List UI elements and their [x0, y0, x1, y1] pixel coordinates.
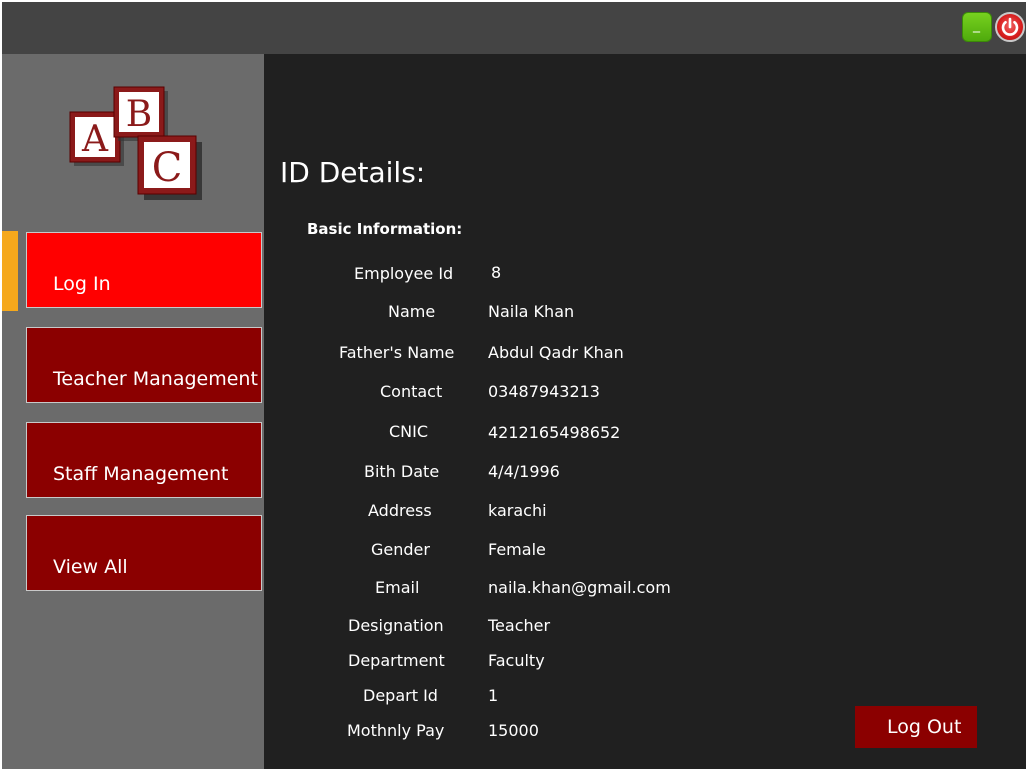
name-label: Name	[388, 302, 436, 321]
logo-letter-c: C	[152, 145, 183, 191]
logo-letter-b: B	[126, 94, 152, 135]
department-label: Department	[348, 651, 445, 670]
log-out-button[interactable]: Log Out	[855, 706, 977, 748]
address-label: Address	[368, 501, 432, 520]
birth-date-label: Bith Date	[364, 462, 440, 481]
active-indicator	[2, 231, 18, 311]
sidebar: A B C Log In Teacher Management Staff Ma…	[2, 54, 264, 769]
contact-label: Contact	[380, 382, 443, 401]
email-label: Email	[375, 578, 420, 597]
sidebar-item-teacher-management[interactable]: Teacher Management	[26, 327, 262, 403]
contact-value: 03487943213	[488, 382, 600, 401]
main-panel: ID Details: Basic Information: Employee …	[264, 54, 1026, 769]
sidebar-item-staff-management[interactable]: Staff Management	[26, 422, 262, 498]
sidebar-item-view-all[interactable]: View All	[26, 515, 262, 591]
minimize-icon: _	[973, 17, 980, 33]
abc-blocks-logo: A B C	[69, 86, 202, 200]
sidebar-item-log-in[interactable]: Log In	[26, 232, 262, 308]
name-value: Naila Khan	[488, 302, 575, 321]
designation-label: Designation	[348, 616, 444, 635]
employee-id-label: Employee Id	[354, 264, 454, 283]
logo-block-b: B	[113, 86, 168, 141]
birth-date-value: 4/4/1996	[488, 462, 560, 481]
employee-id-value: 8	[491, 263, 502, 282]
fathers-name-value: Abdul Qadr Khan	[488, 343, 624, 362]
app-window: _ A B C Log In Teacher Management Staff …	[2, 2, 1026, 769]
depart-id-label: Depart Id	[363, 686, 438, 705]
power-icon	[1001, 17, 1019, 36]
department-value: Faculty	[488, 651, 545, 670]
monthly-pay-value: 15000	[488, 721, 539, 740]
depart-id-value: 1	[488, 686, 499, 705]
logo-letter-a: A	[81, 119, 109, 160]
email-value: naila.khan@gmail.com	[488, 578, 671, 597]
close-button[interactable]	[995, 12, 1025, 42]
section-title: Basic Information:	[307, 220, 463, 238]
cnic-value: 4212165498652	[488, 423, 621, 442]
title-bar: _	[2, 2, 1026, 54]
address-value: karachi	[488, 501, 547, 520]
gender-label: Gender	[371, 540, 430, 559]
designation-value: Teacher	[488, 616, 551, 635]
cnic-label: CNIC	[389, 422, 429, 441]
monthly-pay-label: Mothnly Pay	[347, 721, 445, 740]
page-title: ID Details:	[280, 156, 426, 189]
gender-value: Female	[488, 540, 546, 559]
fathers-name-label: Father's Name	[339, 343, 455, 362]
logo-block-c: C	[137, 135, 202, 200]
minimize-button[interactable]: _	[962, 12, 992, 42]
